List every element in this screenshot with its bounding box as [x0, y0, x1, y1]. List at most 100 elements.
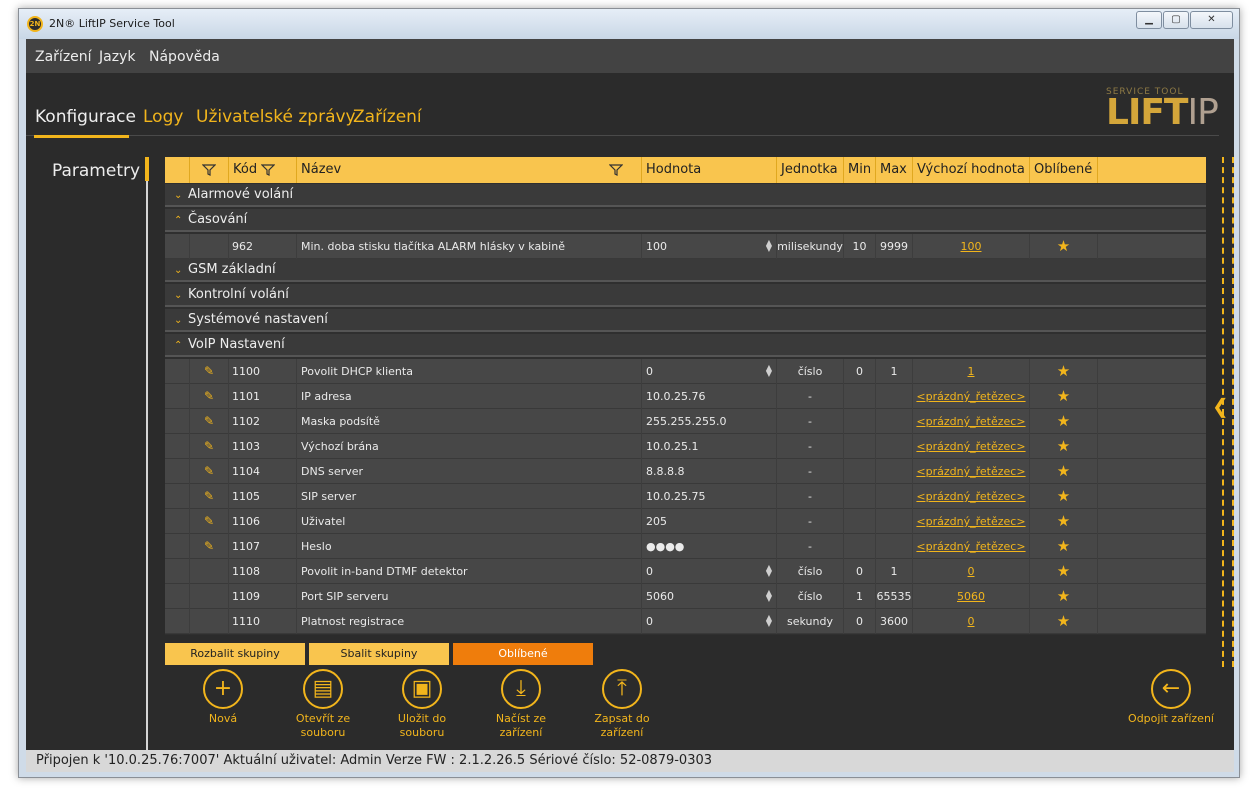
header-hodnota[interactable]: Hodnota: [642, 157, 777, 183]
group-row[interactable]: ⌃ VoIP Nastavení: [165, 334, 1206, 357]
code-cell[interactable]: 1110: [229, 609, 297, 634]
default-value-link[interactable]: <prázdný_řetězec>: [913, 509, 1030, 534]
code-cell[interactable]: 1102: [229, 409, 297, 434]
table-row[interactable]: ✎ 1101 IP adresa 10.0.25.76 - <prázdný_řetěze…: [165, 384, 1206, 409]
unit-cell[interactable]: číslo: [777, 359, 844, 384]
min-cell[interactable]: [844, 384, 876, 409]
unit-cell[interactable]: -: [777, 509, 844, 534]
value-field[interactable]: 205: [642, 509, 777, 534]
collapse-panel-icon[interactable]: ❮: [1212, 394, 1229, 418]
default-value-link[interactable]: 0: [913, 559, 1030, 584]
group-row[interactable]: ⌄ Kontrolní volání: [165, 284, 1206, 307]
table-row[interactable]: ✎ 1105 SIP server 10.0.25.75 - <prázdný_řetěz…: [165, 484, 1206, 509]
value-field[interactable]: 10.0.25.1: [642, 434, 777, 459]
min-cell[interactable]: [844, 509, 876, 534]
max-cell[interactable]: [876, 534, 913, 559]
code-cell[interactable]: 1105: [229, 484, 297, 509]
spinner-icon[interactable]: ▲ ▼: [766, 614, 772, 628]
star-icon[interactable]: ★: [1057, 562, 1070, 580]
value-field[interactable]: 100 ▲ ▼: [642, 234, 777, 259]
code-cell[interactable]: 962: [229, 234, 297, 259]
name-cell[interactable]: Povolit DHCP klienta: [297, 359, 642, 384]
name-cell[interactable]: Platnost registrace: [297, 609, 642, 634]
code-cell[interactable]: 1107: [229, 534, 297, 559]
table-row[interactable]: 962 Min. doba stisku tlačítka ALARM hlásk…: [165, 234, 1206, 259]
favorite-cell[interactable]: ★: [1030, 434, 1098, 459]
tab-uzivatelske-zpravy[interactable]: Uživatelské zprávy: [196, 107, 356, 127]
disconnect-action[interactable]: ← Odpojit zařízení: [1126, 669, 1216, 726]
max-cell[interactable]: [876, 384, 913, 409]
min-cell[interactable]: [844, 409, 876, 434]
max-cell[interactable]: 9999: [876, 234, 913, 259]
star-icon[interactable]: ★: [1057, 612, 1070, 630]
star-icon[interactable]: ★: [1057, 387, 1070, 405]
chevron-up-icon[interactable]: ⌃: [174, 210, 188, 232]
table-row[interactable]: 1110 Platnost registrace 0 ▲ ▼ sekundy 0 3600 0 ★: [165, 609, 1206, 634]
favorite-cell[interactable]: ★: [1030, 384, 1098, 409]
star-icon[interactable]: ★: [1057, 487, 1070, 505]
kod-filter-icon[interactable]: [261, 163, 276, 176]
value-field[interactable]: ●●●●: [642, 534, 777, 559]
table-row[interactable]: 1108 Povolit in-band DTMF detektor 0 ▲ ▼ čísl…: [165, 559, 1206, 584]
header-max[interactable]: Max: [876, 157, 913, 183]
value-field[interactable]: 10.0.25.75: [642, 484, 777, 509]
star-icon[interactable]: ★: [1057, 437, 1070, 455]
star-icon[interactable]: ★: [1057, 462, 1070, 480]
unit-cell[interactable]: číslo: [777, 584, 844, 609]
favorite-cell[interactable]: ★: [1030, 609, 1098, 634]
max-cell[interactable]: [876, 434, 913, 459]
star-icon[interactable]: ★: [1057, 412, 1070, 430]
unit-cell[interactable]: sekundy: [777, 609, 844, 634]
header-filter-icon[interactable]: [190, 157, 229, 183]
value-field[interactable]: 5060 ▲ ▼: [642, 584, 777, 609]
favorite-cell[interactable]: ★: [1030, 459, 1098, 484]
min-cell[interactable]: 0: [844, 609, 876, 634]
name-cell[interactable]: DNS server: [297, 459, 642, 484]
default-value-text[interactable]: 1: [968, 365, 975, 378]
action-save[interactable]: ▣ Uložit do souboru: [377, 669, 467, 740]
pencil-icon[interactable]: ✎: [204, 514, 214, 528]
default-value-text[interactable]: <prázdný_řetězec>: [916, 440, 1025, 453]
pencil-icon[interactable]: ✎: [204, 389, 214, 403]
default-value-link[interactable]: 5060: [913, 584, 1030, 609]
collapse-groups-button[interactable]: Sbalit skupiny: [309, 643, 449, 665]
header-oblibene[interactable]: Oblíbené: [1030, 157, 1098, 183]
spinner-icon[interactable]: ▲ ▼: [766, 589, 772, 603]
row-blank[interactable]: [165, 559, 190, 584]
default-value-text[interactable]: <prázdný_řetězec>: [916, 465, 1025, 478]
row-blank[interactable]: [165, 234, 190, 259]
default-value-text[interactable]: <prázdný_řetězec>: [916, 540, 1025, 553]
unit-cell[interactable]: -: [777, 459, 844, 484]
spinner-icon[interactable]: ▲ ▼: [766, 564, 772, 578]
spinner-icon[interactable]: ▲ ▼: [766, 364, 772, 378]
group-row[interactable]: ⌄ GSM základní: [165, 259, 1206, 282]
tab-konfigurace[interactable]: Konfigurace: [35, 107, 136, 127]
row-blank[interactable]: [165, 584, 190, 609]
default-value-link[interactable]: <prázdný_řetězec>: [913, 484, 1030, 509]
unit-cell[interactable]: -: [777, 534, 844, 559]
name-cell[interactable]: Min. doba stisku tlačítka ALARM hlásky v…: [297, 234, 642, 259]
default-value-text[interactable]: <prázdný_řetězec>: [916, 415, 1025, 428]
pencil-icon[interactable]: ✎: [204, 539, 214, 553]
default-value-link[interactable]: <prázdný_řetězec>: [913, 434, 1030, 459]
star-icon[interactable]: ★: [1057, 237, 1070, 255]
default-value-text[interactable]: 100: [961, 240, 982, 253]
code-cell[interactable]: 1103: [229, 434, 297, 459]
menu-jazyk[interactable]: Jazyk: [99, 49, 135, 65]
default-value-text[interactable]: <prázdný_řetězec>: [916, 390, 1025, 403]
row-blank[interactable]: [165, 409, 190, 434]
max-cell[interactable]: 1: [876, 359, 913, 384]
unit-cell[interactable]: -: [777, 409, 844, 434]
name-cell[interactable]: Heslo: [297, 534, 642, 559]
max-cell[interactable]: [876, 409, 913, 434]
unit-cell[interactable]: -: [777, 384, 844, 409]
edit-cell[interactable]: [190, 609, 229, 634]
row-blank[interactable]: [165, 434, 190, 459]
edit-cell[interactable]: ✎: [190, 484, 229, 509]
table-row[interactable]: ✎ 1107 Heslo ●●●● - <prázdný_řetězec> ★: [165, 534, 1206, 559]
unit-cell[interactable]: milisekundy: [777, 234, 844, 259]
max-cell[interactable]: [876, 459, 913, 484]
edit-cell[interactable]: ✎: [190, 359, 229, 384]
min-cell[interactable]: 0: [844, 559, 876, 584]
value-field[interactable]: 0 ▲ ▼: [642, 559, 777, 584]
